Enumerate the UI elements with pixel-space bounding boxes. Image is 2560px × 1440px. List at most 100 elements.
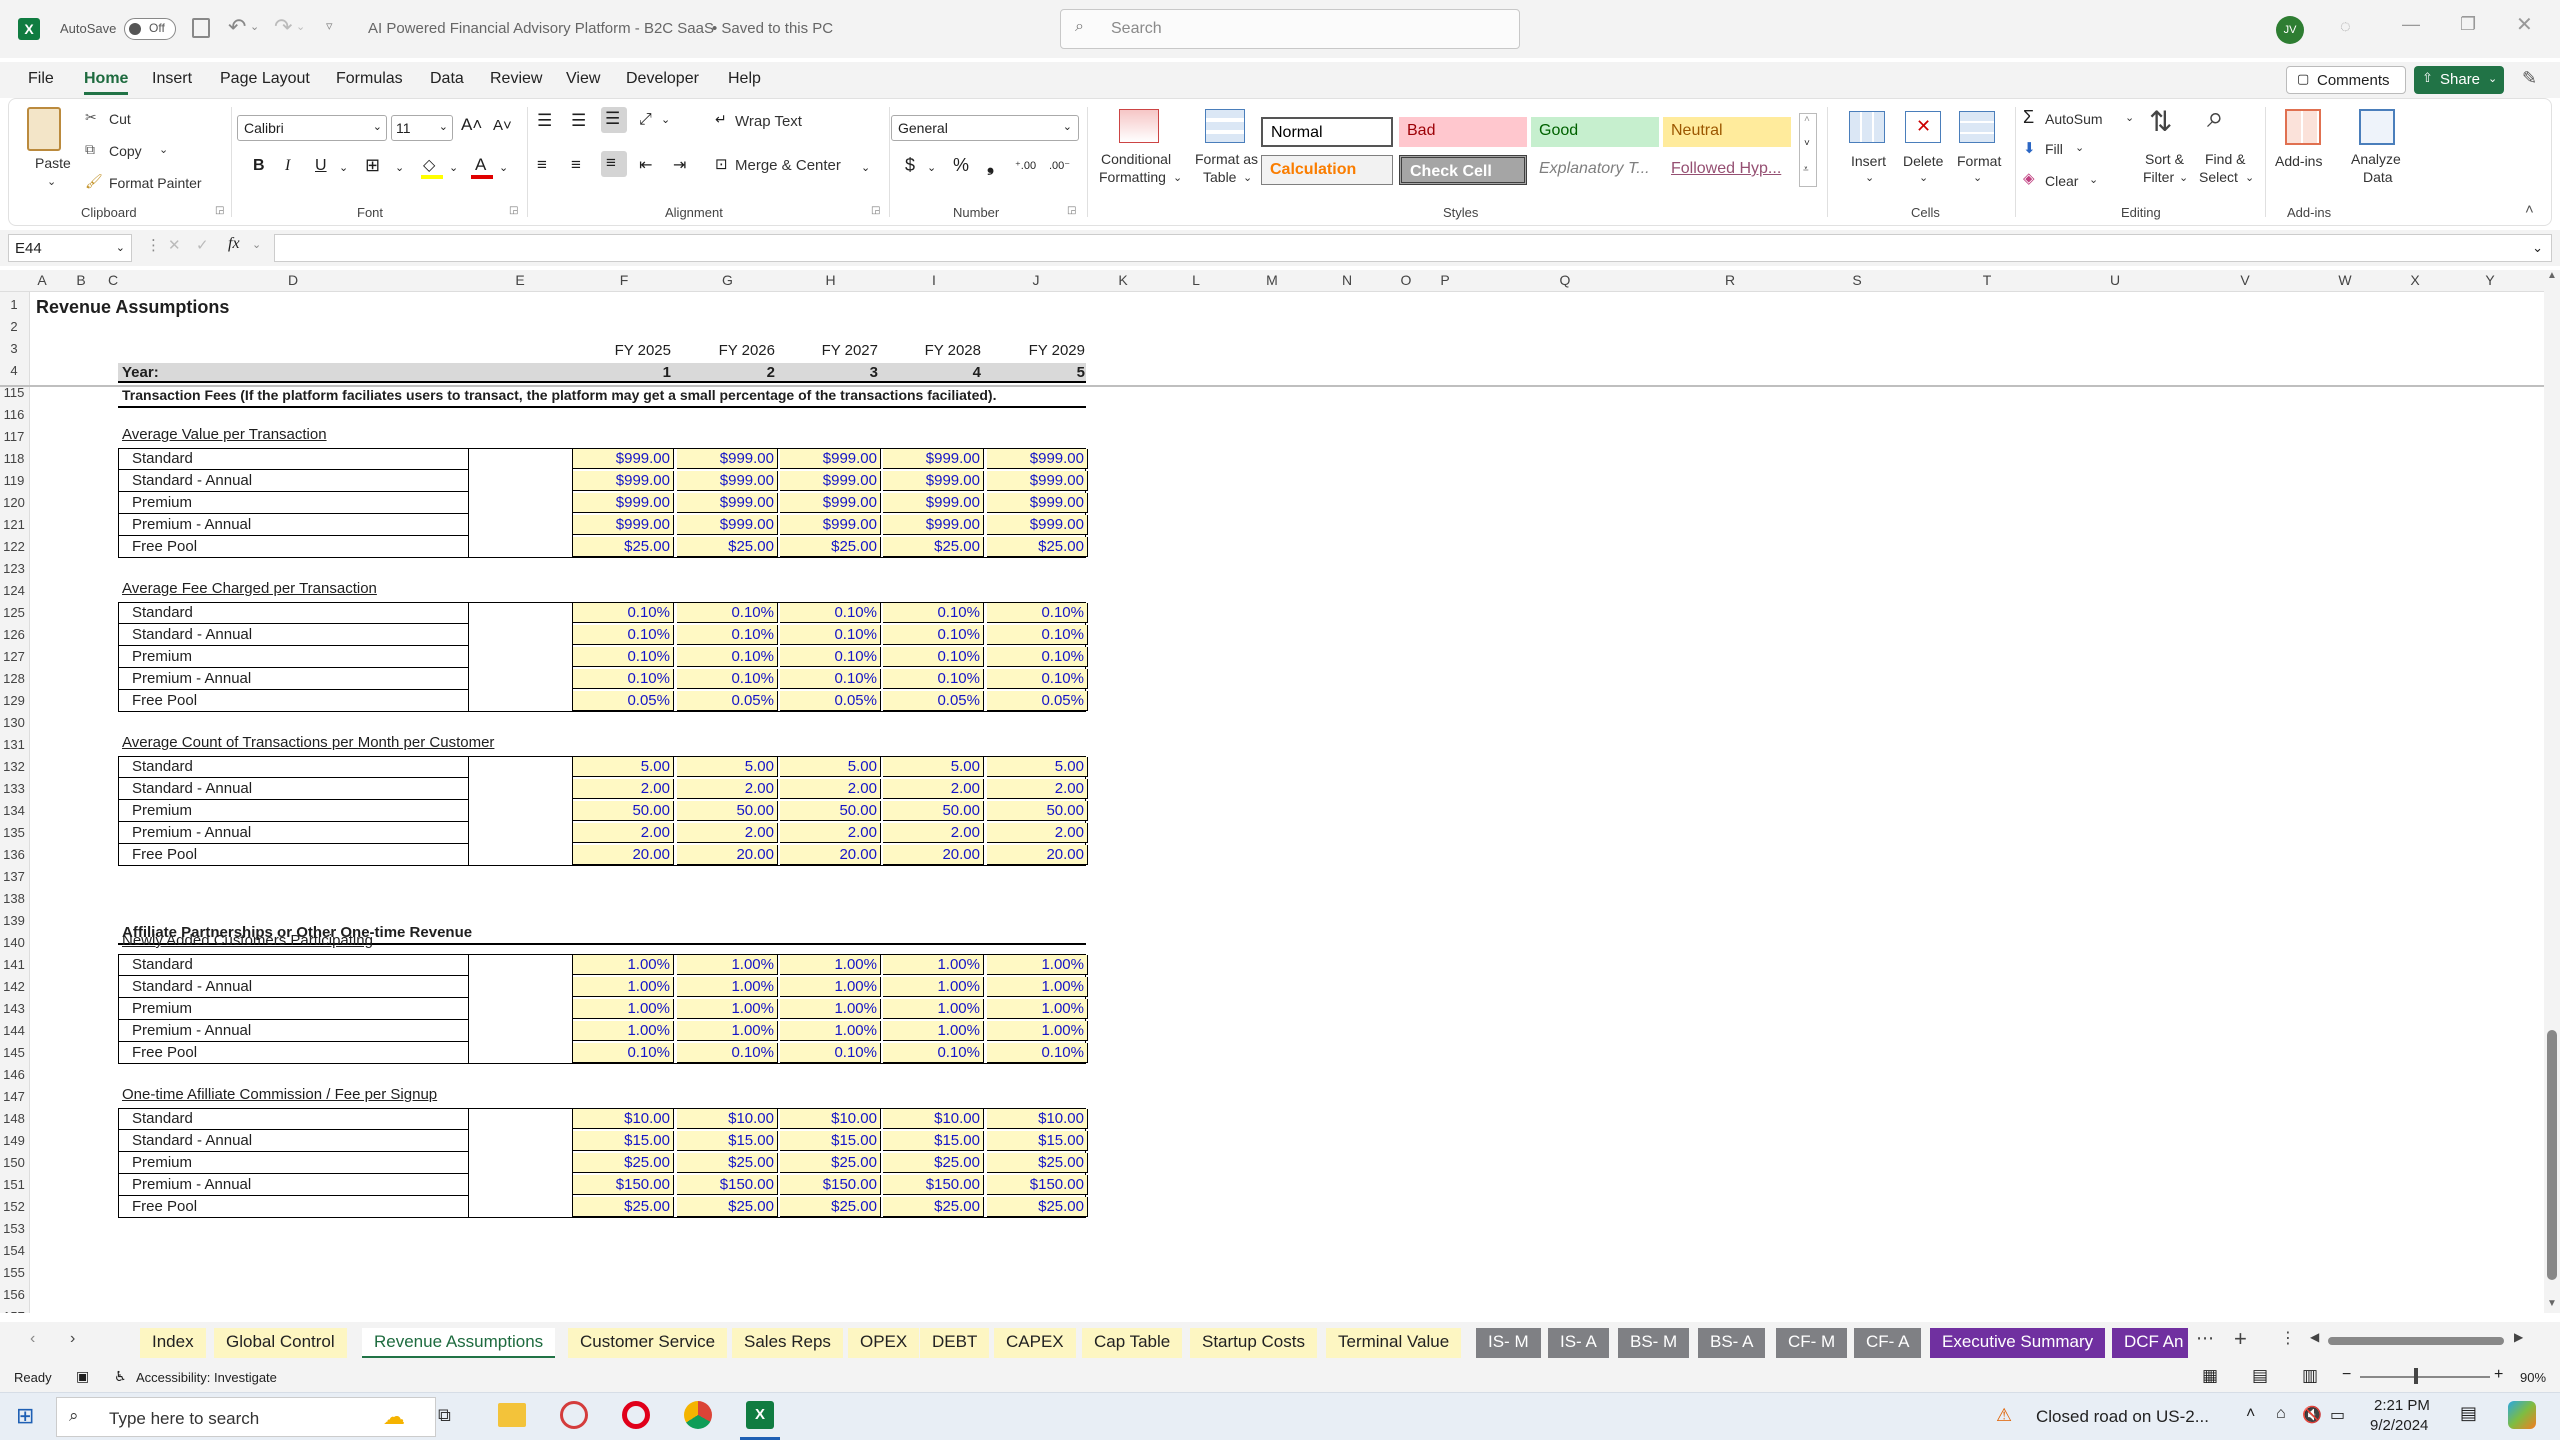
chrome-icon[interactable]: [684, 1401, 712, 1429]
addins-button[interactable]: Add-ins: [2275, 153, 2322, 169]
input-cell[interactable]: 2.00: [987, 823, 1088, 843]
input-cell[interactable]: 20.00: [883, 845, 984, 865]
input-cell[interactable]: $15.00: [677, 1131, 778, 1151]
input-cell[interactable]: 0.10%: [780, 647, 881, 667]
align-middle-icon[interactable]: ☰: [571, 111, 586, 131]
chevron-down-icon[interactable]: ⌄: [661, 113, 670, 126]
row-header[interactable]: 1: [0, 294, 28, 316]
sheet-tab[interactable]: Cap Table: [1082, 1328, 1183, 1358]
conditional-formatting-button[interactable]: Conditional: [1101, 151, 1171, 167]
style-good[interactable]: Good: [1531, 117, 1659, 147]
row-header[interactable]: 128: [0, 668, 28, 690]
input-cell[interactable]: 0.05%: [677, 691, 778, 711]
sheet-options-icon[interactable]: ⋮: [2280, 1328, 2296, 1348]
column-header[interactable]: G: [676, 270, 779, 290]
row-header[interactable]: 155: [0, 1262, 28, 1284]
input-cell[interactable]: $10.00: [573, 1109, 674, 1129]
autosave-toggle[interactable]: Off: [124, 18, 176, 40]
input-cell[interactable]: 50.00: [573, 801, 674, 821]
row-header[interactable]: 131: [0, 734, 28, 756]
comma-icon[interactable]: ❟: [987, 155, 994, 176]
input-cell[interactable]: $999.00: [987, 449, 1088, 469]
accessibility-status[interactable]: Accessibility: Investigate: [136, 1370, 277, 1385]
row-label[interactable]: Free Pool: [132, 690, 197, 712]
sheet-tab[interactable]: OPEX: [848, 1328, 920, 1358]
input-cell[interactable]: $25.00: [780, 1197, 881, 1217]
column-header[interactable]: K: [1086, 270, 1160, 290]
input-cell[interactable]: $999.00: [883, 449, 984, 469]
fiscal-year-label[interactable]: FY 2026: [676, 340, 778, 362]
autosum-button[interactable]: AutoSum: [2045, 111, 2103, 127]
bold-icon[interactable]: B: [253, 157, 265, 175]
style-check-cell[interactable]: Check Cell: [1399, 155, 1527, 185]
scroll-left-icon[interactable]: ◀: [2310, 1330, 2319, 1344]
input-cell[interactable]: $150.00: [987, 1175, 1088, 1195]
chevron-down-icon[interactable]: ⌄: [395, 161, 404, 174]
input-cell[interactable]: $15.00: [987, 1131, 1088, 1151]
zoom-in-icon[interactable]: +: [2494, 1366, 2503, 1384]
decrease-decimal-icon[interactable]: .00⁻: [1049, 159, 1070, 172]
menu-formulas[interactable]: Formulas: [336, 70, 403, 88]
row-label[interactable]: Free Pool: [132, 1196, 197, 1218]
input-cell[interactable]: $15.00: [883, 1131, 984, 1151]
block-title[interactable]: One-time Afilliate Commission / Fee per …: [122, 1084, 437, 1106]
fill-button[interactable]: Fill: [2045, 141, 2063, 157]
input-cell[interactable]: 1.00%: [677, 999, 778, 1019]
input-cell[interactable]: $999.00: [573, 493, 674, 513]
zoom-level[interactable]: 90%: [2520, 1370, 2546, 1385]
input-cell[interactable]: 5.00: [883, 757, 984, 777]
clock-date[interactable]: 9/2/2024: [2370, 1417, 2428, 1434]
macro-record-icon[interactable]: ▣: [76, 1368, 89, 1385]
menu-help[interactable]: Help: [728, 70, 761, 88]
input-cell[interactable]: 0.10%: [573, 669, 674, 689]
row-label[interactable]: Premium - Annual: [132, 1174, 251, 1196]
row-header[interactable]: 157: [0, 1306, 28, 1313]
more-sheets-icon[interactable]: ⋯: [2196, 1328, 2214, 1349]
network-icon[interactable]: ⌂: [2276, 1405, 2286, 1423]
style-normal[interactable]: Normal: [1261, 117, 1393, 147]
row-header[interactable]: 120: [0, 492, 28, 514]
column-header[interactable]: S: [1790, 270, 1924, 290]
menu-file[interactable]: File: [28, 70, 54, 88]
input-cell[interactable]: $999.00: [677, 449, 778, 469]
row-label[interactable]: Premium - Annual: [132, 514, 251, 536]
input-cell[interactable]: $150.00: [677, 1175, 778, 1195]
input-cell[interactable]: 0.10%: [677, 669, 778, 689]
formula-input[interactable]: ⌄: [274, 234, 2552, 262]
row-label[interactable]: Premium - Annual: [132, 1020, 251, 1042]
input-cell[interactable]: 1.00%: [573, 999, 674, 1019]
column-header[interactable]: L: [1160, 270, 1232, 290]
input-cell[interactable]: 0.10%: [987, 1043, 1088, 1063]
input-cell[interactable]: 0.10%: [987, 603, 1088, 623]
menu-developer[interactable]: Developer: [626, 70, 699, 88]
row-header[interactable]: 147: [0, 1086, 28, 1108]
column-header[interactable]: Y: [2450, 270, 2530, 290]
enter-icon[interactable]: ✓: [196, 236, 209, 254]
clear-button[interactable]: Clear: [2045, 173, 2078, 189]
row-label[interactable]: Free Pool: [132, 1042, 197, 1064]
more-styles-icon[interactable]: ⩡: [1803, 164, 1809, 175]
input-cell[interactable]: $25.00: [780, 537, 881, 557]
input-cell[interactable]: $999.00: [987, 493, 1088, 513]
input-cell[interactable]: 1.00%: [987, 999, 1088, 1019]
input-cell[interactable]: 2.00: [780, 823, 881, 843]
orientation-icon[interactable]: ⤢: [639, 111, 652, 129]
row-header[interactable]: 138: [0, 888, 28, 910]
sheet-tab[interactable]: Index: [140, 1328, 206, 1358]
sheet-tab[interactable]: IS- A: [1548, 1328, 1609, 1358]
input-cell[interactable]: $999.00: [573, 449, 674, 469]
worksheet-grid[interactable]: ABCDEFGHIJKLMNOPQRSTUVWXY 1 2 3 4 115 116 117 1…: [0, 270, 2560, 1313]
cancel-icon[interactable]: ✕: [168, 236, 181, 254]
input-cell[interactable]: 2.00: [780, 779, 881, 799]
column-header[interactable]: B: [54, 270, 108, 290]
input-cell[interactable]: 0.10%: [987, 625, 1088, 645]
menu-home[interactable]: Home: [84, 70, 129, 95]
column-header[interactable]: E: [468, 270, 572, 290]
column-header[interactable]: R: [1670, 270, 1790, 290]
snipping-tool-icon[interactable]: [560, 1401, 588, 1429]
input-cell[interactable]: $25.00: [987, 537, 1088, 557]
input-cell[interactable]: 1.00%: [780, 955, 881, 975]
add-sheet-icon[interactable]: +: [2234, 1326, 2247, 1352]
style-followed-hyperlink[interactable]: Followed Hyp...: [1663, 155, 1791, 185]
user-avatar[interactable]: JV: [2276, 16, 2304, 44]
